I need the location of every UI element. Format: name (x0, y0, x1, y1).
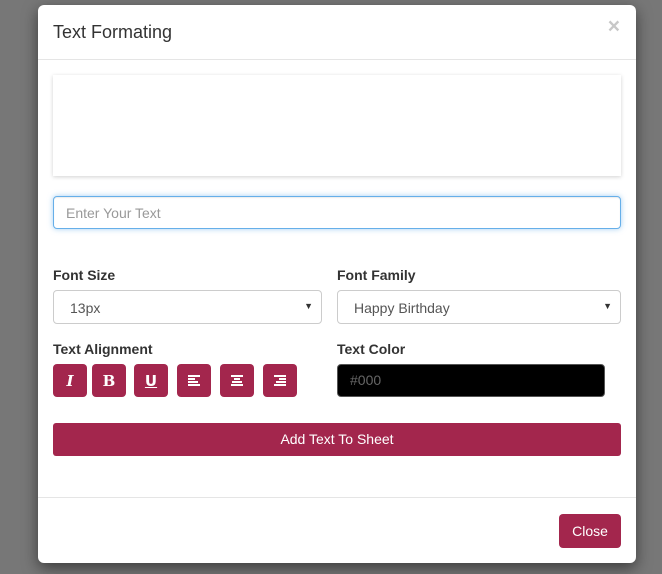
modal-header: Text Formating × (38, 5, 636, 60)
font-family-value: Happy Birthday (354, 300, 450, 316)
close-icon[interactable]: × (608, 16, 620, 37)
underline-icon: U (144, 371, 158, 390)
font-size-value: 13px (70, 300, 101, 316)
text-input[interactable] (53, 196, 621, 229)
font-size-label: Font Size (53, 267, 116, 283)
text-color-label: Text Color (337, 341, 406, 357)
bold-button[interactable]: B (92, 364, 126, 397)
font-family-select[interactable]: Happy Birthday ▼ (337, 290, 621, 324)
text-alignment-label: Text Alignment (53, 341, 153, 357)
align-right-icon (274, 375, 286, 386)
chevron-down-icon: ▼ (304, 301, 313, 311)
align-center-icon (231, 375, 243, 386)
text-preview-area (53, 75, 621, 176)
add-text-to-sheet-button[interactable]: Add Text To Sheet (53, 423, 621, 456)
font-size-select[interactable]: 13px ▼ (53, 290, 322, 324)
modal-title: Text Formating (53, 22, 173, 42)
align-right-button[interactable] (263, 364, 297, 397)
text-formatting-modal: Text Formating × Font Size 13px ▼ Font F… (38, 5, 636, 563)
chevron-down-icon: ▼ (603, 301, 612, 311)
align-center-button[interactable] (220, 364, 254, 397)
close-button[interactable]: Close (559, 514, 621, 548)
bold-icon: B (102, 371, 116, 390)
italic-button[interactable]: I (53, 364, 87, 397)
italic-icon: I (66, 371, 74, 390)
underline-button[interactable]: U (134, 364, 168, 397)
text-color-input[interactable]: #000 (337, 364, 605, 397)
align-left-button[interactable] (177, 364, 211, 397)
font-family-label: Font Family (337, 267, 416, 283)
footer-divider (38, 497, 636, 498)
align-left-icon (188, 375, 200, 386)
